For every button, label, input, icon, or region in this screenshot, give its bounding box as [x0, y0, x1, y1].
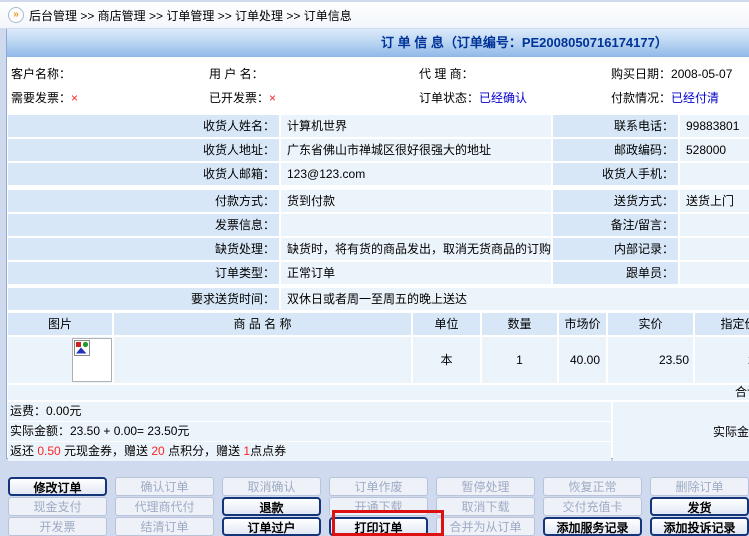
product-name-cell: [114, 337, 411, 383]
issue-invoice-button: 开发票: [8, 517, 107, 536]
field-label: 缺货处理：: [8, 238, 279, 260]
summary-left: 运费：0.00元 实际金额：23.50 + 0.00= 23.50元 返还 0.…: [8, 402, 611, 461]
payment-status-field: 付款情况：已经付清: [611, 87, 719, 109]
add-service-record-button[interactable]: 添加服务记录: [543, 517, 642, 536]
restore-normal-button: 恢复正常: [543, 477, 642, 496]
delivery-time-row: 要求送货时间： 双休日或者周一至周五的晚上送达: [8, 288, 749, 310]
column-header: 实价: [608, 313, 693, 335]
cancel-download-button: 取消下载: [436, 497, 535, 516]
merge-as-sub-order-button: 合并为从订单: [436, 517, 535, 536]
cash-pay-button: 现金支付: [8, 497, 107, 516]
field-value: [680, 238, 749, 260]
broken-image-icon: [74, 340, 90, 356]
field-label: 发票信息：: [8, 214, 279, 236]
add-complaint-record-button[interactable]: 添加投诉记录: [650, 517, 749, 536]
breadcrumb-bar: » 后台管理 >> 商店管理 >> 订单管理 >> 订单处理 >> 订单信息: [0, 2, 749, 28]
field-label: 联系电话：: [553, 115, 678, 137]
pause-processing-button: 暂停处理: [436, 477, 535, 496]
field-label: 付款方式：: [8, 190, 279, 212]
order-summary-section: 客户名称： 用 户 名： 代 理 商： 购买日期：2008-05-07 需要发票…: [8, 61, 749, 111]
invoiced-field: 已开发票：×: [209, 87, 276, 109]
field-label: 收货人地址：: [8, 139, 279, 161]
deliver-recharge-card-button: 交付充值卡: [543, 497, 642, 516]
void-order-button: 订单作废: [329, 477, 428, 496]
table-total-row: 合计：: [8, 385, 749, 400]
column-header: 单位: [413, 313, 480, 335]
confirm-order-button: 确认订单: [115, 477, 214, 496]
need-invoice-field: 需要发票：×: [11, 87, 78, 109]
field-label: 要求送货时间：: [8, 288, 279, 310]
receiver-detail-table: 收货人姓名： 计算机世界 联系电话： 99883801 收货人地址： 广东省佛山…: [8, 115, 749, 185]
field-label: 收货人姓名：: [8, 115, 279, 137]
product-unit-cell: 本: [413, 337, 480, 383]
summary-section: 运费：0.00元 实际金额：23.50 + 0.00= 23.50元 返还 0.…: [8, 402, 749, 461]
agent-pay-button: 代理商代付: [115, 497, 214, 516]
column-header: 市场价: [559, 313, 606, 335]
field-value: [680, 214, 749, 236]
field-value: [680, 163, 749, 185]
field-value: 送货上门: [680, 190, 749, 212]
column-header: 数量: [482, 313, 557, 335]
agent-field: 代 理 商：: [419, 63, 474, 85]
field-value: 计算机世界: [281, 115, 551, 137]
rebate-line: 返还 0.50 元现金券，赠送 20 点积分，赠送 1点点券: [8, 442, 611, 461]
field-value: 双休日或者周一至周五的晚上送达: [281, 288, 749, 310]
enable-download-button: 开通下载: [329, 497, 428, 516]
order-status-field: 订单状态：已经确认: [419, 87, 527, 109]
field-value: 广东省佛山市禅城区很好很强大的地址: [281, 139, 551, 161]
column-header: 商 品 名 称: [114, 313, 411, 335]
field-label: 跟单员：: [553, 262, 678, 284]
action-button-grid: 修改订单 确认订单 取消确认 订单作废 暂停处理 恢复正常 删除订单 现金支付 …: [8, 477, 749, 536]
field-label: 备注/留言：: [553, 214, 678, 236]
arrow-circle-icon: »: [8, 7, 24, 23]
actual-amount-line: 实际金额：23.50 + 0.00= 23.50元: [8, 422, 611, 442]
cancel-confirm-button: 取消确认: [222, 477, 321, 496]
summary-right: 实际金额：: [613, 402, 749, 461]
field-value: 123@123.com: [281, 163, 551, 185]
modify-order-button[interactable]: 修改订单: [8, 477, 107, 496]
field-label: 收货人邮箱：: [8, 163, 279, 185]
print-order-button[interactable]: 打印订单: [329, 517, 428, 536]
product-qty-cell: 1: [482, 337, 557, 383]
field-value: [281, 214, 551, 236]
transfer-order-button[interactable]: 订单过户: [222, 517, 321, 536]
field-value: 99883801: [680, 115, 749, 137]
product-real-price-cell: 23.50: [608, 337, 693, 383]
field-label: 内部记录：: [553, 238, 678, 260]
column-header: 指定价: [695, 313, 749, 335]
product-table: 图片 商 品 名 称 单位 数量 市场价 实价 指定价 本 1: [8, 313, 749, 383]
customer-name-field: 客户名称：: [11, 63, 71, 85]
field-label: 订单类型：: [8, 262, 279, 284]
product-market-price-cell: 40.00: [559, 337, 606, 383]
field-label: 邮政编码：: [553, 139, 678, 161]
column-header: 图片: [8, 313, 112, 335]
panel-header: 订 单 信 息（订单编号：PE2008050716174177）: [7, 29, 749, 57]
settle-order-button: 结清订单: [115, 517, 214, 536]
shipping-fee-line: 运费：0.00元: [8, 402, 611, 422]
product-assigned-price-cell: 23.50: [695, 337, 749, 383]
breadcrumb: 后台管理 >> 商店管理 >> 订单管理 >> 订单处理 >> 订单信息: [29, 7, 352, 24]
field-value: 缺货时，将有货的商品发出，取消无货商品的订购: [281, 238, 551, 260]
field-label: 送货方式：: [553, 190, 678, 212]
order-detail-table: 付款方式： 货到付款 送货方式： 送货上门 发票信息： 备注/留言： 缺货处理：…: [8, 190, 749, 284]
username-field: 用 户 名：: [209, 63, 264, 85]
actual-amount-right-label: 实际金额：: [713, 423, 749, 440]
product-image: [72, 338, 112, 382]
field-value: 货到付款: [281, 190, 551, 212]
page-title: 订 单 信 息（订单编号：PE2008050716174177）: [381, 29, 668, 57]
field-value: 正常订单: [281, 262, 551, 284]
total-label: 合计：: [735, 385, 749, 400]
refund-button[interactable]: 退款: [222, 497, 321, 516]
ship-button[interactable]: 发货: [650, 497, 749, 516]
field-value: 528000: [680, 139, 749, 161]
field-value: [680, 262, 749, 284]
purchase-date-field: 购买日期：2008-05-07: [611, 63, 732, 85]
delete-order-button: 删除订单: [650, 477, 749, 496]
order-info-panel: 订 单 信 息（订单编号：PE2008050716174177） 客户名称： 用…: [6, 29, 749, 459]
field-label: 收货人手机：: [553, 163, 678, 185]
product-image-cell: [8, 337, 112, 383]
